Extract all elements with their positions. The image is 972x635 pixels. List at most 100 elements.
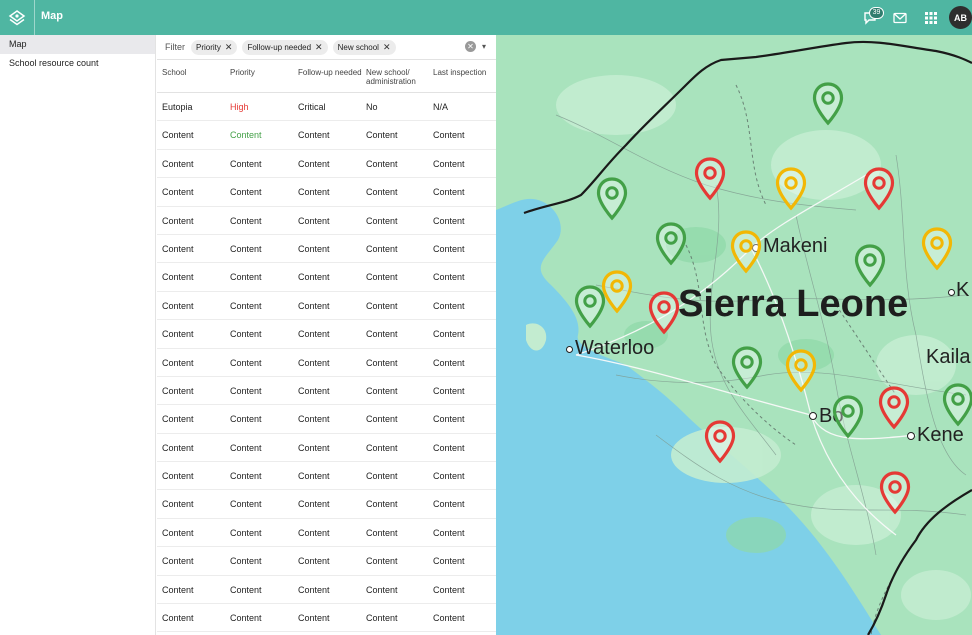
- table-row[interactable]: Content Content Content Content Content: [157, 150, 496, 179]
- map-pin-red[interactable]: [703, 419, 737, 465]
- map-pin-green[interactable]: [811, 81, 845, 127]
- header-priority[interactable]: Priority: [230, 68, 292, 77]
- remove-chip-icon[interactable]: ✕: [225, 42, 233, 53]
- city-label-makeni[interactable]: Makeni: [763, 235, 827, 258]
- header-last-inspection[interactable]: Last inspection: [433, 68, 495, 77]
- map-pin-yellow[interactable]: [774, 166, 808, 212]
- table-row[interactable]: Content Content Content Content Content: [157, 263, 496, 292]
- header-follow-up[interactable]: Follow-up needed: [298, 68, 362, 77]
- map-marker-icon: [731, 346, 763, 390]
- apps-button[interactable]: [921, 8, 941, 28]
- app-logo[interactable]: [0, 0, 35, 35]
- table-row[interactable]: Content Content Content Content Content: [157, 178, 496, 207]
- map-canvas[interactable]: [496, 35, 972, 635]
- filter-chip-follow-up[interactable]: Follow-up needed ✕: [242, 39, 328, 55]
- follow-up-cell: Content: [298, 556, 330, 567]
- school-cell: Content: [162, 499, 194, 510]
- map-pin-green[interactable]: [573, 284, 607, 330]
- follow-up-cell: Content: [298, 357, 330, 368]
- school-cell: Content: [162, 215, 194, 226]
- last-inspection-cell: Content: [433, 442, 465, 453]
- table-row[interactable]: Content Content Content Content Content: [157, 349, 496, 377]
- priority-cell: Content: [230, 499, 262, 510]
- mail-button[interactable]: [890, 8, 910, 28]
- filter-label: Filter: [165, 42, 185, 52]
- map-pin-yellow[interactable]: [784, 348, 818, 394]
- map-pin-yellow[interactable]: [729, 229, 763, 275]
- map-view[interactable]: Makeni Sierra Leone K Waterloo Kaila Bo …: [496, 35, 972, 635]
- school-cell: Content: [162, 613, 194, 624]
- new-school-cell: Content: [366, 499, 398, 510]
- filter-chip-new-school[interactable]: New school ✕: [332, 39, 396, 55]
- follow-up-cell: Content: [298, 300, 330, 311]
- map-marker-icon: [832, 395, 864, 439]
- follow-up-cell: Content: [298, 613, 330, 624]
- school-cell: Eutopia: [162, 102, 193, 112]
- map-pin-green[interactable]: [831, 394, 865, 440]
- school-cell: Content: [162, 272, 194, 283]
- last-inspection-cell: Content: [433, 385, 465, 396]
- school-cell: Content: [162, 357, 194, 368]
- table-row[interactable]: Content Content Content Content Content: [157, 490, 496, 519]
- new-school-cell: Content: [366, 556, 398, 567]
- map-pin-green[interactable]: [853, 243, 887, 289]
- table-row[interactable]: Content Content Content Content Content: [157, 405, 496, 434]
- city-label-kailahun[interactable]: Kaila: [926, 346, 970, 369]
- table-row[interactable]: Content Content Content Content Content: [157, 292, 496, 321]
- new-school-cell: Content: [366, 471, 398, 482]
- map-pin-green[interactable]: [941, 382, 972, 428]
- map-pin-yellow[interactable]: [920, 226, 954, 272]
- last-inspection-cell: Content: [433, 527, 465, 538]
- follow-up-cell: Content: [298, 499, 330, 510]
- filter-chip-priority[interactable]: Priority ✕: [191, 39, 238, 55]
- follow-up-cell: Content: [298, 215, 330, 226]
- map-pin-green[interactable]: [730, 345, 764, 391]
- remove-chip-icon[interactable]: ✕: [383, 42, 391, 53]
- sidebar: Map School resource count: [0, 35, 156, 635]
- table-row[interactable]: Content Content Content Content Content: [157, 462, 496, 491]
- sidebar-item-school-resource-count[interactable]: School resource count: [0, 54, 155, 73]
- remove-chip-icon[interactable]: ✕: [315, 42, 323, 53]
- table-row[interactable]: Content Content Content Content Content: [157, 207, 496, 235]
- new-school-cell: Content: [366, 527, 398, 538]
- top-bar: Map 39 AB: [0, 0, 972, 35]
- map-pin-red[interactable]: [693, 156, 727, 202]
- priority-cell: Content: [230, 215, 262, 226]
- follow-up-cell: Content: [298, 584, 330, 595]
- table-row[interactable]: Content Content Content Content Content: [157, 434, 496, 463]
- table-row[interactable]: Content Content Content Content Content: [157, 377, 496, 406]
- map-marker-icon: [863, 167, 895, 211]
- table-row[interactable]: Content Content Content Content Content: [157, 604, 496, 633]
- priority-cell: Content: [230, 385, 262, 396]
- header-school[interactable]: School: [162, 68, 224, 77]
- map-marker-icon: [704, 420, 736, 464]
- new-school-cell: Content: [366, 243, 398, 254]
- priority-cell: High: [230, 102, 249, 112]
- chip-label: Priority: [196, 42, 221, 52]
- city-label-k[interactable]: K: [956, 279, 969, 302]
- header-new-school[interactable]: New school/ administration: [366, 68, 428, 86]
- last-inspection-cell: Content: [433, 499, 465, 510]
- chevron-down-icon[interactable]: ▾: [482, 42, 486, 51]
- school-cell: Content: [162, 471, 194, 482]
- new-school-cell: Content: [366, 130, 398, 141]
- map-pin-red[interactable]: [862, 166, 896, 212]
- last-inspection-cell: Content: [433, 584, 465, 595]
- map-pin-red[interactable]: [877, 385, 911, 431]
- clear-filters-icon[interactable]: ✕: [465, 41, 476, 52]
- map-pin-red[interactable]: [647, 290, 681, 336]
- table-row[interactable]: Content Content Content Content Content: [157, 121, 496, 150]
- table-row[interactable]: Content Content Content Content Content: [157, 235, 496, 264]
- priority-cell: Content: [230, 414, 262, 425]
- city-label-waterloo[interactable]: Waterloo: [575, 337, 654, 360]
- table-row[interactable]: Eutopia High Critical No N/A: [157, 93, 496, 122]
- map-pin-red[interactable]: [878, 470, 912, 516]
- sidebar-item-map[interactable]: Map: [0, 35, 155, 54]
- table-row[interactable]: Content Content Content Content Content: [157, 576, 496, 605]
- table-row[interactable]: Content Content Content Content Content: [157, 547, 496, 576]
- map-pin-green[interactable]: [654, 221, 688, 267]
- table-row[interactable]: Content Content Content Content Content: [157, 320, 496, 349]
- table-row[interactable]: Content Content Content Content Content: [157, 519, 496, 548]
- user-avatar[interactable]: AB: [949, 6, 972, 29]
- map-pin-green[interactable]: [595, 176, 629, 222]
